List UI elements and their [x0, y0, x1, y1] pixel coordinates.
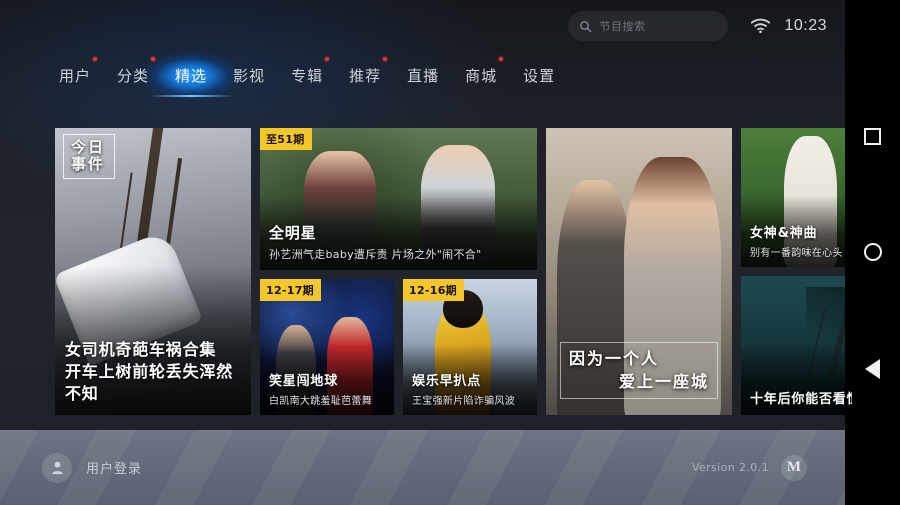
card-title-line-2: 开车上树前轮丢失浑然不知 — [65, 361, 234, 403]
card-title-line-1: 因为一个人 — [569, 349, 660, 369]
card-title-line-2: 爱上一座城 — [618, 371, 709, 391]
tab-label: 精选 — [175, 66, 208, 85]
card-title-plate: 因为一个人 爱上一座城 — [560, 342, 718, 399]
card-goddess-songs[interactable]: 女神&神曲 别有一番韵味在心头 — [741, 128, 861, 267]
tab-label: 推荐 — [349, 66, 382, 85]
card-column-right-edge: 女神&神曲 别有一番韵味在心头 十年后你能否看懂 — [741, 128, 861, 415]
card-title: 娱乐早扒点 — [412, 374, 482, 389]
card-row-small: 12-17期 笑星闯地球 白凯南大跳羞耻芭蕾舞 12-16期 娱乐早扒点 王宝强… — [260, 279, 537, 415]
bottom-bar: 用户登录 Version 2.0.1 M — [0, 430, 845, 505]
card-title-line-1: 女司机奇葩车祸合集 — [65, 339, 217, 359]
notification-dot — [499, 57, 504, 61]
card-caption: 娱乐早扒点 王宝强新片陷诈骗风波 — [412, 370, 528, 407]
back-button[interactable] — [860, 356, 886, 382]
card-caption: 十年后你能否看懂 — [750, 388, 852, 407]
notification-dot — [383, 57, 388, 61]
tab-label: 直播 — [407, 66, 440, 85]
login-label[interactable]: 用户登录 — [86, 458, 142, 477]
version-label: Version 2.0.1 — [691, 461, 769, 474]
card-comedy-show[interactable]: 12-17期 笑星闯地球 白凯南大跳羞耻芭蕾舞 — [260, 279, 394, 415]
card-entertainment-gossip[interactable]: 12-16期 娱乐早扒点 王宝强新片陷诈骗风波 — [403, 279, 537, 415]
card-caption: 女神&神曲 别有一番韵味在心头 — [750, 222, 852, 259]
tab-label: 专辑 — [291, 66, 324, 85]
tab-label: 商城 — [465, 66, 498, 85]
triangle-back-icon — [865, 358, 880, 379]
episode-badge: 12-16期 — [403, 279, 464, 301]
tab-user[interactable]: 用户 — [46, 52, 104, 98]
tab-label: 分类 — [117, 66, 150, 85]
tab-movies[interactable]: 影视 — [220, 52, 278, 98]
today-event-stamp: 今日 事件 — [63, 134, 115, 179]
search-placeholder: 节目搜索 — [599, 20, 646, 33]
episode-badge: 12-17期 — [260, 279, 321, 301]
tab-label: 设置 — [523, 66, 556, 85]
stamp-line-2: 事件 — [71, 155, 106, 174]
bottom-bar-right: Version 2.0.1 M — [691, 454, 845, 481]
tab-label: 影视 — [233, 66, 266, 85]
user-avatar-icon — [51, 461, 63, 475]
tab-label: 用户 — [59, 66, 92, 85]
card-subtitle: 白凯南大跳羞耻芭蕾舞 — [269, 396, 372, 407]
card-caption: 女司机奇葩车祸合集 开车上树前轮丢失浑然不知 — [65, 339, 241, 405]
clock: 10:23 — [784, 17, 827, 34]
user-avatar[interactable] — [42, 452, 72, 483]
card-column-middle: 至51期 全明星 孙艺洲气走baby遭斥责 片场之外"闹不合" 12-17期 笑… — [260, 128, 537, 415]
home-button[interactable] — [860, 239, 886, 265]
square-recents-icon — [864, 127, 881, 145]
tab-featured[interactable]: 精选 — [162, 52, 220, 98]
notification-dot — [151, 57, 156, 61]
search-input[interactable]: 节目搜索 — [568, 11, 729, 41]
recents-button[interactable] — [860, 123, 886, 149]
card-caption: 笑星闯地球 白凯南大跳羞耻芭蕾舞 — [269, 370, 385, 407]
tab-settings[interactable]: 设置 — [510, 52, 568, 98]
card-subtitle: 孙艺洲气走baby遭斥责 片场之外"闹不合" — [269, 248, 482, 261]
card-title: 女神&神曲 — [750, 226, 818, 241]
card-title: 笑星闯地球 — [269, 374, 339, 389]
tab-albums[interactable]: 专辑 — [278, 52, 336, 98]
content-area: 今日 事件 女司机奇葩车祸合集 开车上树前轮丢失浑然不知 至51期 全明星 孙艺… — [0, 104, 861, 429]
card-crash-compilation[interactable]: 今日 事件 女司机奇葩车祸合集 开车上树前轮丢失浑然不知 — [55, 128, 251, 415]
search-icon — [580, 20, 592, 32]
android-system-nav — [845, 0, 900, 505]
notification-dot — [325, 57, 330, 61]
tab-category[interactable]: 分类 — [104, 52, 162, 98]
card-caption: 全明星 孙艺洲气走baby遭斥责 片场之外"闹不合" — [269, 222, 528, 262]
wifi-icon — [751, 18, 771, 34]
notification-dot — [93, 57, 98, 61]
card-subtitle: 别有一番韵味在心头 — [750, 248, 843, 259]
tab-recommend[interactable]: 推荐 — [336, 52, 394, 98]
main-nav-tabs: 用户 分类 精选 影视 专辑 推荐 直播 商城 设置 — [0, 52, 845, 98]
card-subtitle: 王宝强新片陷诈骗风波 — [412, 396, 515, 407]
circle-home-icon — [863, 243, 882, 262]
card-all-star[interactable]: 至51期 全明星 孙艺洲气走baby遭斥责 片场之外"闹不合" — [260, 128, 537, 270]
card-rail: 今日 事件 女司机奇葩车祸合集 开车上树前轮丢失浑然不知 至51期 全明星 孙艺… — [55, 128, 861, 415]
tv-launcher-screen: 节目搜索 10:23 用户 分类 精选 影视 专辑 推荐 直播 商城 设置 今日… — [0, 0, 900, 505]
card-title: 全明星 — [269, 224, 317, 242]
tab-store[interactable]: 商城 — [452, 52, 510, 98]
episode-badge: 至51期 — [260, 128, 312, 150]
tab-live[interactable]: 直播 — [394, 52, 452, 98]
stamp-line-1: 今日 — [71, 138, 106, 156]
card-title: 十年后你能否看懂 — [750, 392, 852, 407]
brand-logo: M — [781, 454, 807, 481]
status-bar: 节目搜索 10:23 — [0, 0, 845, 52]
card-ten-years[interactable]: 十年后你能否看懂 — [741, 276, 861, 415]
card-city-drama[interactable]: 因为一个人 爱上一座城 — [546, 128, 732, 415]
